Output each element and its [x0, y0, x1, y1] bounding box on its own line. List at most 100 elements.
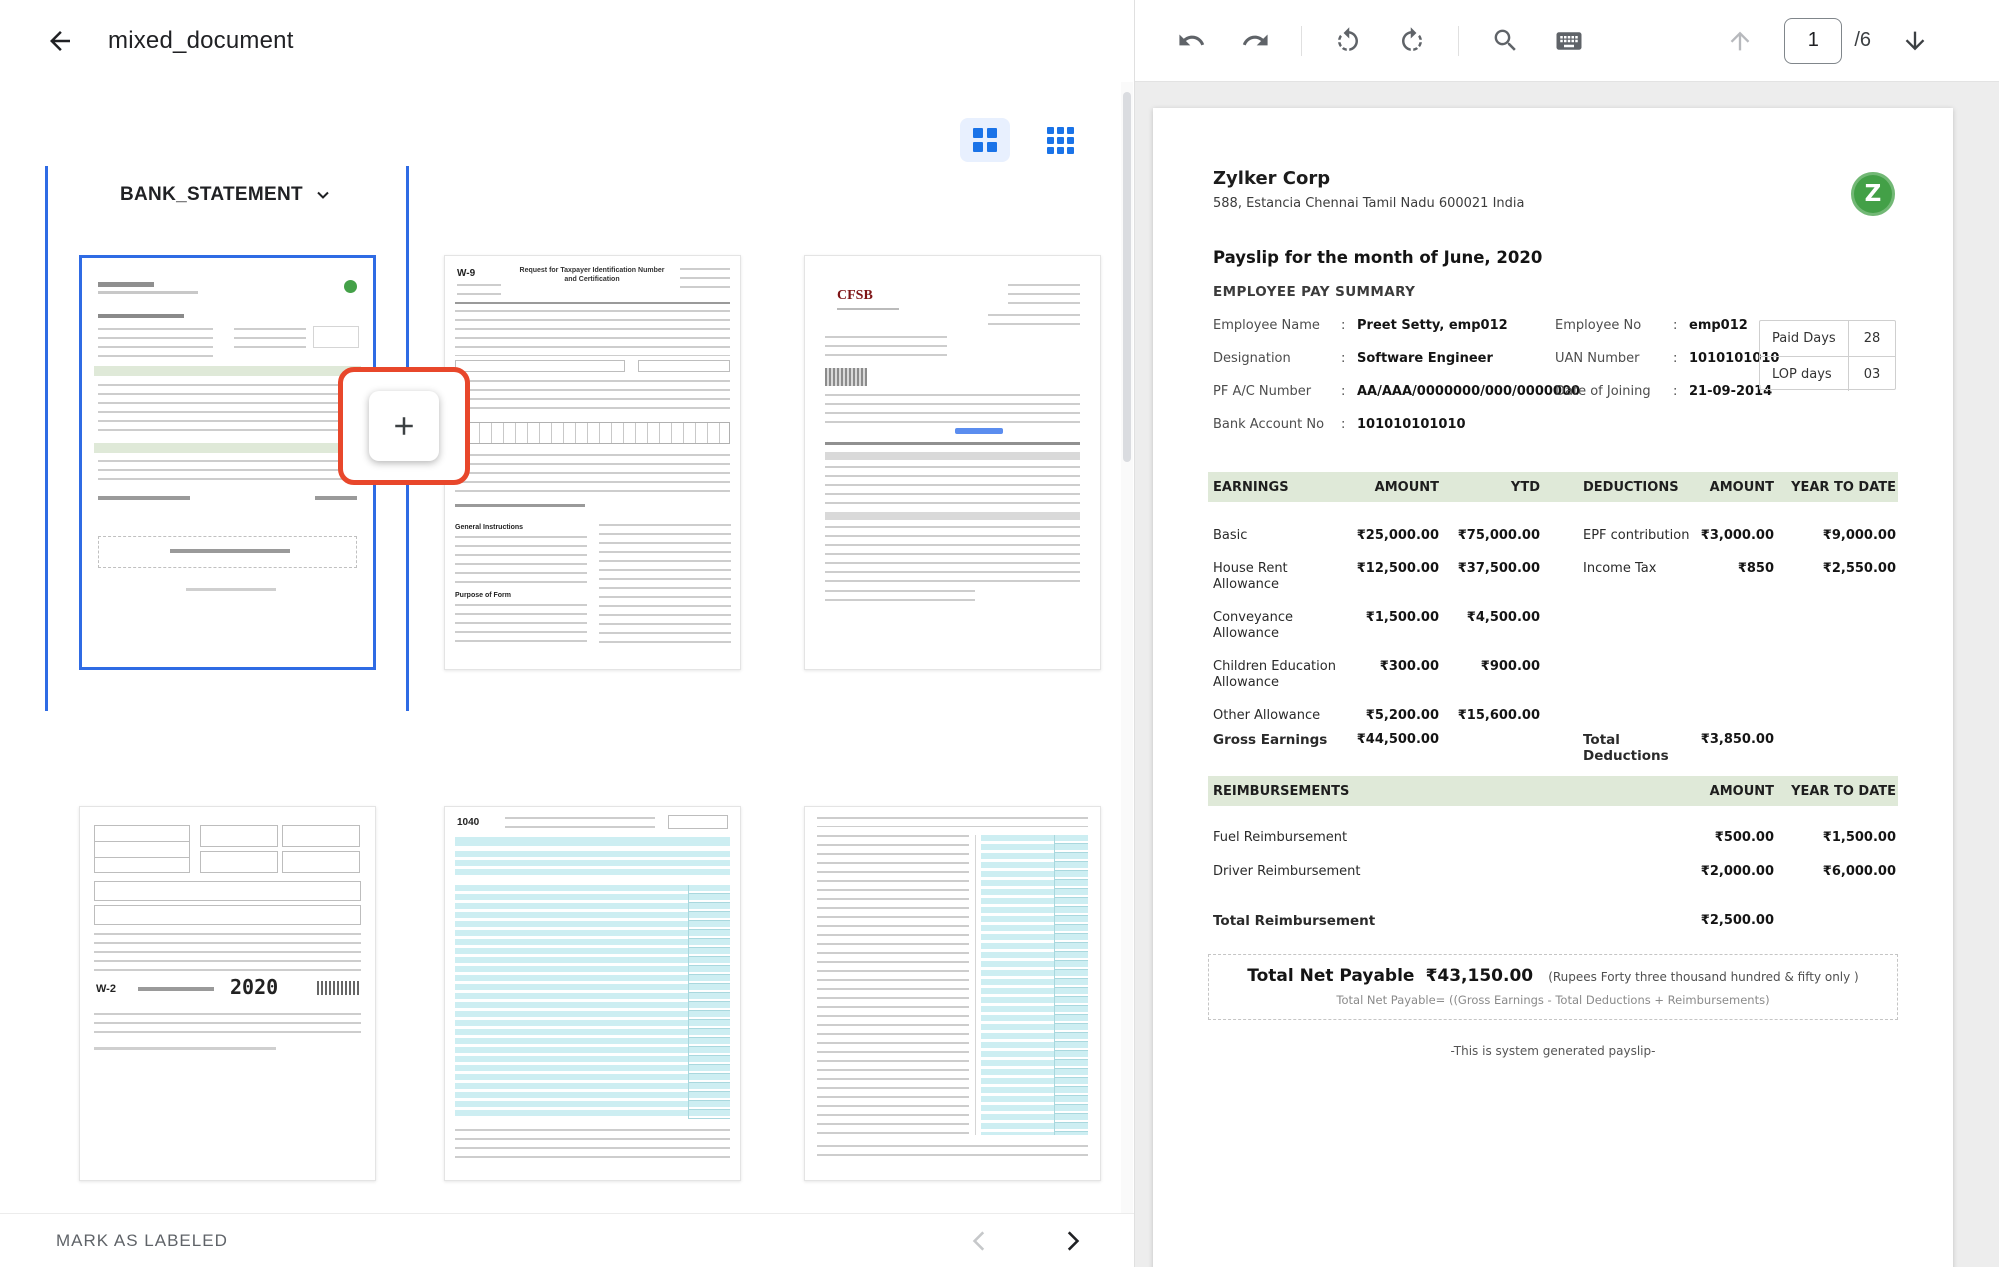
- toolbar-divider: [1301, 26, 1302, 56]
- decor: [825, 466, 1080, 504]
- decor: [455, 837, 730, 846]
- earnings-deductions-header: EARNINGS AMOUNT YTD DEDUCTIONS AMOUNT YE…: [1208, 472, 1898, 502]
- field-label: Bank Account No: [1213, 417, 1341, 432]
- w2-badge: W-2: [96, 983, 116, 995]
- field-label: Designation: [1213, 351, 1341, 366]
- viewer-toolbar: /6: [1135, 0, 1999, 82]
- days-label: Paid Days: [1760, 331, 1848, 346]
- rotate-left-button[interactable]: [1324, 17, 1372, 65]
- employee-fields-left: Employee Name:Preet Setty, emp012 Design…: [1213, 318, 1580, 450]
- deduction-name: Income Tax: [1583, 561, 1693, 577]
- undo-icon: [1177, 26, 1206, 55]
- thumbnail-page-2[interactable]: W-9 Request for Taxpayer Identification …: [444, 255, 741, 670]
- document-title: mixed_document: [108, 27, 294, 55]
- days-value: 03: [1848, 357, 1895, 391]
- decor: [455, 604, 587, 648]
- earnings-row: Conveyance Allowance₹1,500.00₹4,500.00: [1213, 610, 1540, 642]
- days-row: LOP days 03: [1760, 356, 1895, 391]
- arrow-up-icon: [1726, 27, 1754, 55]
- earning-ytd: ₹37,500.00: [1439, 561, 1540, 593]
- deduction-amount: ₹850: [1693, 561, 1774, 577]
- next-document-page-button[interactable]: [1891, 17, 1939, 65]
- net-payable-amount: ₹43,150.00: [1426, 966, 1534, 986]
- column-header: EARNINGS: [1213, 480, 1353, 495]
- earning-amount: ₹5,200.00: [1353, 708, 1439, 724]
- back-arrow-icon: [45, 26, 75, 56]
- thumbnail-page-6[interactable]: [804, 806, 1101, 1181]
- decor: [817, 1145, 1088, 1163]
- w2-year: 2020: [230, 975, 278, 999]
- document-viewer: Zylker Corp 588, Estancia Chennai Tamil …: [1135, 82, 1999, 1267]
- reimbursements-header: REIMBURSEMENTS AMOUNT YEAR TO DATE: [1208, 776, 1898, 806]
- left-header: mixed_document: [0, 0, 1134, 82]
- app-root: mixed_document BANK_STATEMENT: [0, 0, 1999, 1267]
- decor: [200, 851, 278, 873]
- earnings-row: Other Allowance₹5,200.00₹15,600.00: [1213, 708, 1540, 724]
- reimbursement-name: Driver Reimbursement: [1213, 864, 1593, 880]
- page-number-input[interactable]: [1784, 18, 1842, 64]
- thumbnail-page-5[interactable]: 1040: [444, 806, 741, 1181]
- mark-as-labeled-button[interactable]: MARK AS LABELED: [56, 1231, 228, 1251]
- net-payable-words: (Rupees Forty three thousand hundred & f…: [1548, 970, 1859, 984]
- decor: [94, 905, 361, 925]
- field-label: Date of Joining: [1555, 384, 1673, 399]
- colon: :: [1341, 384, 1357, 399]
- previous-document-page-button[interactable]: [1716, 17, 1764, 65]
- pay-summary-heading: EMPLOYEE PAY SUMMARY: [1213, 284, 1415, 300]
- decor: [817, 817, 1088, 827]
- keyboard-shortcuts-button[interactable]: [1545, 17, 1593, 65]
- prev-page-button[interactable]: [962, 1223, 998, 1259]
- w9-section-heading: Purpose of Form: [455, 592, 511, 599]
- decor: [825, 394, 1080, 424]
- decor: [455, 851, 730, 878]
- decor: [825, 452, 1080, 460]
- deduction-row: Income Tax₹850₹2,550.00: [1583, 561, 1896, 577]
- add-page-highlight-ring: [338, 367, 470, 485]
- company-address: 588, Estancia Chennai Tamil Nadu 600021 …: [1213, 196, 1524, 211]
- decor: [825, 512, 1080, 520]
- decor: [234, 328, 306, 352]
- add-page-button[interactable]: [369, 391, 439, 461]
- decor: [455, 536, 587, 584]
- system-generated-note: -This is system generated payslip-: [1153, 1044, 1953, 1058]
- dense-grid-view-button[interactable]: [1038, 118, 1082, 162]
- thumbnail-page-1[interactable]: [79, 255, 376, 670]
- earnings-row: Basic₹25,000.00₹75,000.00: [1213, 528, 1540, 544]
- field-value: Preet Setty, emp012: [1357, 318, 1580, 333]
- group-selection-bracket-left: [45, 166, 48, 711]
- decor: [98, 384, 357, 434]
- decor: [94, 1047, 276, 1050]
- decor: [455, 302, 730, 304]
- search-button[interactable]: [1481, 17, 1529, 65]
- rotate-right-button[interactable]: [1388, 17, 1436, 65]
- decor: [455, 1129, 730, 1165]
- employee-fields-right: Employee No:emp012 UAN Number:1010101010…: [1555, 318, 1779, 417]
- column-header: AMOUNT: [1593, 784, 1774, 799]
- decor: [825, 368, 867, 386]
- colon: :: [1673, 318, 1689, 333]
- deduction-row: EPF contribution₹3,000.00₹9,000.00: [1583, 528, 1896, 544]
- field-label: PF A/C Number: [1213, 384, 1341, 399]
- undo-button[interactable]: [1167, 17, 1215, 65]
- earning-name: Basic: [1213, 528, 1353, 544]
- colon: :: [1673, 384, 1689, 399]
- thumbnail-page-4[interactable]: W-2 2020: [79, 806, 376, 1181]
- next-page-button[interactable]: [1054, 1223, 1090, 1259]
- keyboard-icon: [1554, 26, 1584, 56]
- decor: [315, 496, 357, 500]
- thumbnail-page-3[interactable]: CFSB: [804, 255, 1101, 670]
- scrollbar-thumb[interactable]: [1123, 92, 1131, 462]
- redo-button[interactable]: [1231, 17, 1279, 65]
- company-logo: Z: [1851, 172, 1895, 216]
- colon: :: [1673, 351, 1689, 366]
- back-button[interactable]: [38, 19, 82, 63]
- cfsb-logo-text: CFSB: [837, 288, 873, 304]
- left-panel: mixed_document BANK_STATEMENT: [0, 0, 1135, 1267]
- group-label-dropdown[interactable]: BANK_STATEMENT: [120, 184, 331, 206]
- left-panel-scrollbar[interactable]: [1121, 82, 1133, 1213]
- decor: [668, 815, 728, 829]
- column-header: YEAR TO DATE: [1774, 480, 1896, 495]
- grid-view-button[interactable]: [960, 118, 1010, 162]
- field-row: Date of Joining:21-09-2014: [1555, 384, 1779, 417]
- decor: [975, 835, 976, 1135]
